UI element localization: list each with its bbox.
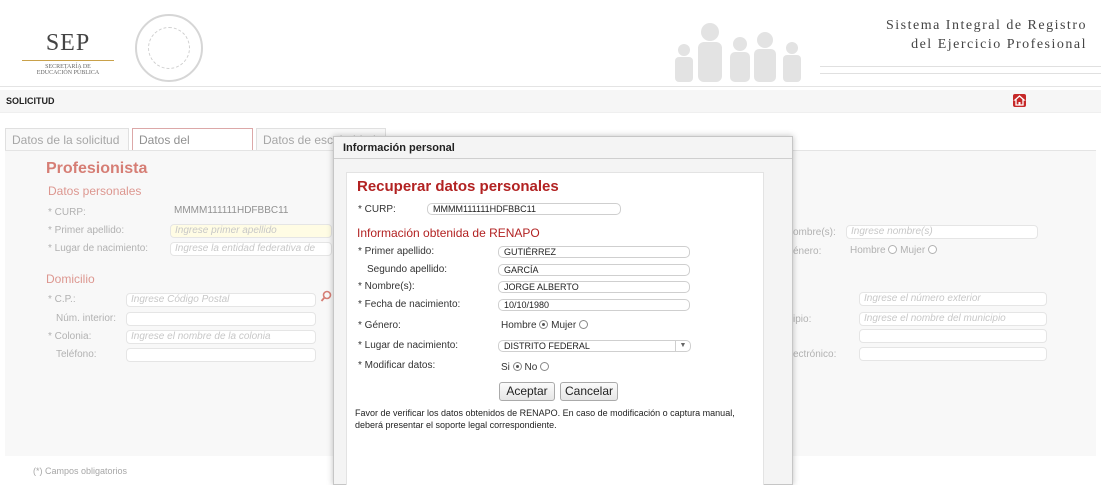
- modal-fecha-label: * Fecha de nacimiento:: [358, 299, 461, 310]
- modal-nombres-label: * Nombre(s):: [358, 281, 415, 292]
- dialog-title-divider: [334, 158, 792, 159]
- sep-logo: SEP SECRETARÍA DE EDUCACIÓN PÚBLICA: [18, 30, 118, 76]
- system-title-line2: del Ejercicio Profesional: [911, 37, 1087, 52]
- modal-genero-mujer-radio[interactable]: [578, 320, 588, 329]
- solicitud-label: SOLICITUD: [6, 96, 55, 106]
- modal-primer-apellido-label: * Primer apellido:: [358, 246, 435, 257]
- modal-segundo-apellido-label: Segundo apellido:: [367, 264, 448, 275]
- accept-button[interactable]: Aceptar: [499, 382, 555, 401]
- system-title-line1: Sistema Integral de Registro: [885, 18, 1087, 33]
- modal-fecha-input[interactable]: 10/10/1980: [498, 299, 690, 311]
- dialog-title: Información personal: [343, 142, 455, 154]
- modal-curp-label: * CURP:: [358, 204, 396, 215]
- chevron-down-icon: ▼: [675, 340, 690, 352]
- sep-logo-line2: EDUCACIÓN PÚBLICA: [36, 70, 100, 76]
- modal-modificar-no-label: No: [524, 362, 538, 373]
- modal-genero-mujer-label: Mujer: [551, 320, 577, 331]
- solicitud-bar: [0, 90, 1101, 113]
- home-icon: [1013, 95, 1026, 106]
- modal-modificar-si-radio[interactable]: [512, 362, 522, 371]
- cancel-button[interactable]: Cancelar: [560, 382, 618, 401]
- people-silhouettes-icon: [675, 23, 801, 82]
- renapo-notice: Favor de verificar los datos obtenidos d…: [355, 408, 735, 430]
- modal-modificar-label: * Modificar datos:: [358, 360, 436, 371]
- modal-curp-input[interactable]: MMMM111111HDFBBC11: [427, 203, 621, 215]
- modal-genero-radios: Hombre Mujer: [501, 320, 588, 331]
- modal-nombres-input[interactable]: JORGE ALBERTO: [498, 281, 690, 293]
- modal-primer-apellido-input[interactable]: GUTIÉRREZ: [498, 246, 690, 258]
- sep-logo-word: SEP: [45, 30, 91, 56]
- national-seal-inner: [148, 27, 190, 69]
- renapo-title: Información obtenida de RENAPO: [357, 226, 540, 240]
- modal-modificar-radios: Si No: [501, 362, 550, 373]
- home-button[interactable]: [1013, 94, 1026, 107]
- recover-heading: Recuperar datos personales: [357, 178, 559, 195]
- modal-lugar-select[interactable]: DISTRITO FEDERAL ▼: [498, 340, 691, 352]
- header-decoration: [820, 66, 1101, 74]
- modal-segundo-apellido-input[interactable]: GARCÍA: [498, 264, 690, 276]
- modal-lugar-value: DISTRITO FEDERAL: [504, 341, 590, 351]
- modal-modificar-no-radio[interactable]: [540, 362, 550, 371]
- modal-lugar-label: * Lugar de nacimiento:: [358, 340, 459, 351]
- header-divider: [0, 86, 1101, 87]
- modal-genero-label: * Género:: [358, 320, 401, 331]
- sep-logo-rule: [22, 60, 114, 61]
- modal-genero-hombre-label: Hombre: [501, 320, 537, 331]
- modal-genero-hombre-radio[interactable]: [539, 320, 549, 329]
- modal-modificar-si-label: Si: [501, 362, 510, 373]
